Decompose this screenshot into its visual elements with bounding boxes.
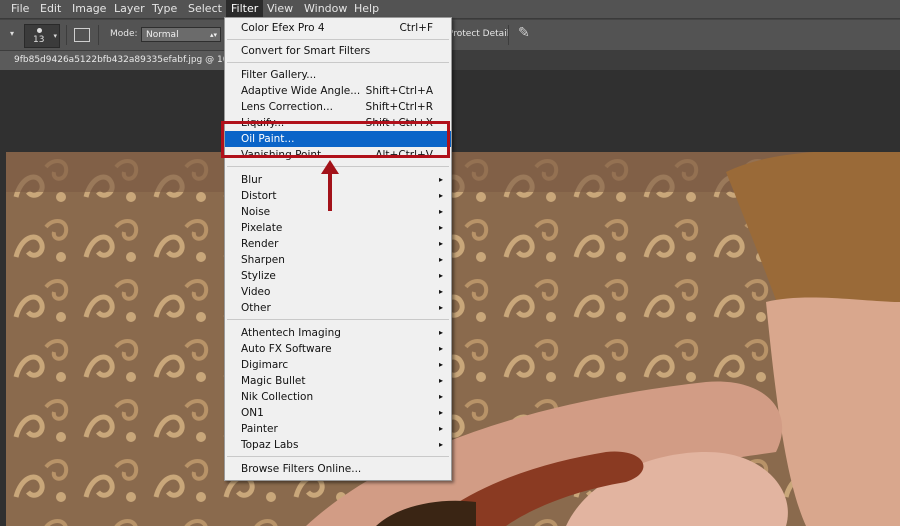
document-tab[interactable]: 9fb85d9426a5122bfb432a89335efabf.jpg @ 1…: [0, 51, 240, 70]
submenu-arrow-icon: ▸: [438, 360, 443, 369]
annotation-arrow-shaft: [328, 172, 332, 211]
menu-item-other[interactable]: Other ▸: [225, 300, 451, 316]
submenu-arrow-icon: ▸: [438, 328, 443, 337]
menu-item-nik-collection[interactable]: Nik Collection ▸: [225, 389, 451, 405]
menu-item-lens-correction[interactable]: Lens Correction... Shift+Ctrl+R: [225, 99, 451, 115]
annotation-highlight-box: [221, 121, 450, 158]
divider: [227, 456, 449, 457]
menu-item-stylize[interactable]: Stylize ▸: [225, 268, 451, 284]
menu-file[interactable]: File: [6, 0, 34, 18]
submenu-arrow-icon: ▸: [438, 344, 443, 353]
mode-value: Normal: [146, 30, 179, 40]
submenu-arrow-icon: ▸: [438, 271, 443, 280]
submenu-arrow-icon: ▸: [438, 191, 443, 200]
menu-item-color-efex-pro-4[interactable]: Color Efex Pro 4 Ctrl+F: [225, 20, 451, 36]
menu-item-blur[interactable]: Blur ▸: [225, 172, 451, 188]
menu-type[interactable]: Type: [147, 0, 182, 18]
pressure-pen-icon[interactable]: ✎: [518, 25, 530, 41]
menu-item-convert-smart-filters[interactable]: Convert for Smart Filters: [225, 43, 451, 59]
menu-item-pixelate[interactable]: Pixelate ▸: [225, 220, 451, 236]
menu-item-on1[interactable]: ON1 ▸: [225, 405, 451, 421]
brush-dot-icon: [37, 28, 42, 33]
chevron-down-icon: ▴▾: [209, 31, 217, 39]
submenu-arrow-icon: ▸: [438, 376, 443, 385]
divider: [227, 39, 449, 40]
submenu-arrow-icon: ▸: [438, 223, 443, 232]
submenu-arrow-icon: ▸: [438, 424, 443, 433]
divider: [508, 25, 509, 45]
menu-bar: File Edit Image Layer Type Select Filter…: [0, 0, 900, 18]
menu-edit[interactable]: Edit: [35, 0, 66, 18]
submenu-arrow-icon: ▸: [438, 303, 443, 312]
submenu-arrow-icon: ▸: [438, 175, 443, 184]
chevron-down-icon: ▾: [53, 32, 57, 40]
divider: [98, 25, 99, 45]
menu-item-painter[interactable]: Painter ▸: [225, 421, 451, 437]
menu-item-sharpen[interactable]: Sharpen ▸: [225, 252, 451, 268]
menu-item-digimarc[interactable]: Digimarc ▸: [225, 357, 451, 373]
menu-item-distort[interactable]: Distort ▸: [225, 188, 451, 204]
mode-label: Mode:: [110, 29, 138, 39]
submenu-arrow-icon: ▸: [438, 287, 443, 296]
menu-layer[interactable]: Layer: [109, 0, 150, 18]
menu-item-noise[interactable]: Noise ▸: [225, 204, 451, 220]
mode-select[interactable]: Normal ▴▾: [141, 27, 221, 42]
menu-item-filter-gallery[interactable]: Filter Gallery...: [225, 67, 451, 83]
menu-item-topaz-labs[interactable]: Topaz Labs ▸: [225, 437, 451, 453]
menu-help[interactable]: Help: [349, 0, 384, 18]
submenu-arrow-icon: ▸: [438, 239, 443, 248]
document-image: [6, 152, 900, 526]
menu-item-auto-fx-software[interactable]: Auto FX Software ▸: [225, 341, 451, 357]
menu-item-browse-filters-online[interactable]: Browse Filters Online...: [225, 461, 451, 477]
protect-detail-checkbox[interactable]: Protect Detail: [448, 29, 509, 39]
menu-image[interactable]: Image: [67, 0, 111, 18]
menu-window[interactable]: Window: [299, 0, 352, 18]
menu-view[interactable]: View: [262, 0, 298, 18]
submenu-arrow-icon: ▸: [438, 408, 443, 417]
menu-item-athentech-imaging[interactable]: Athentech Imaging ▸: [225, 325, 451, 341]
menu-item-video[interactable]: Video ▸: [225, 284, 451, 300]
menu-item-render[interactable]: Render ▸: [225, 236, 451, 252]
tool-preset-arrow-icon[interactable]: ▾: [10, 29, 14, 38]
menu-filter[interactable]: Filter: [226, 0, 264, 18]
brush-size-value: 13: [33, 35, 45, 45]
divider: [66, 25, 67, 45]
photo-illustration: [6, 152, 900, 526]
menu-select[interactable]: Select: [183, 0, 227, 18]
submenu-arrow-icon: ▸: [438, 207, 443, 216]
aligned-sample-icon[interactable]: [74, 28, 90, 42]
submenu-arrow-icon: ▸: [438, 255, 443, 264]
submenu-arrow-icon: ▸: [438, 440, 443, 449]
menu-item-adaptive-wide-angle[interactable]: Adaptive Wide Angle... Shift+Ctrl+A: [225, 83, 451, 99]
filter-menu-dropdown: Color Efex Pro 4 Ctrl+F Convert for Smar…: [224, 17, 452, 481]
divider: [227, 319, 449, 320]
brush-size-picker[interactable]: 13 ▾: [24, 24, 60, 48]
divider: [227, 62, 449, 63]
submenu-arrow-icon: ▸: [438, 392, 443, 401]
menu-item-magic-bullet[interactable]: Magic Bullet ▸: [225, 373, 451, 389]
